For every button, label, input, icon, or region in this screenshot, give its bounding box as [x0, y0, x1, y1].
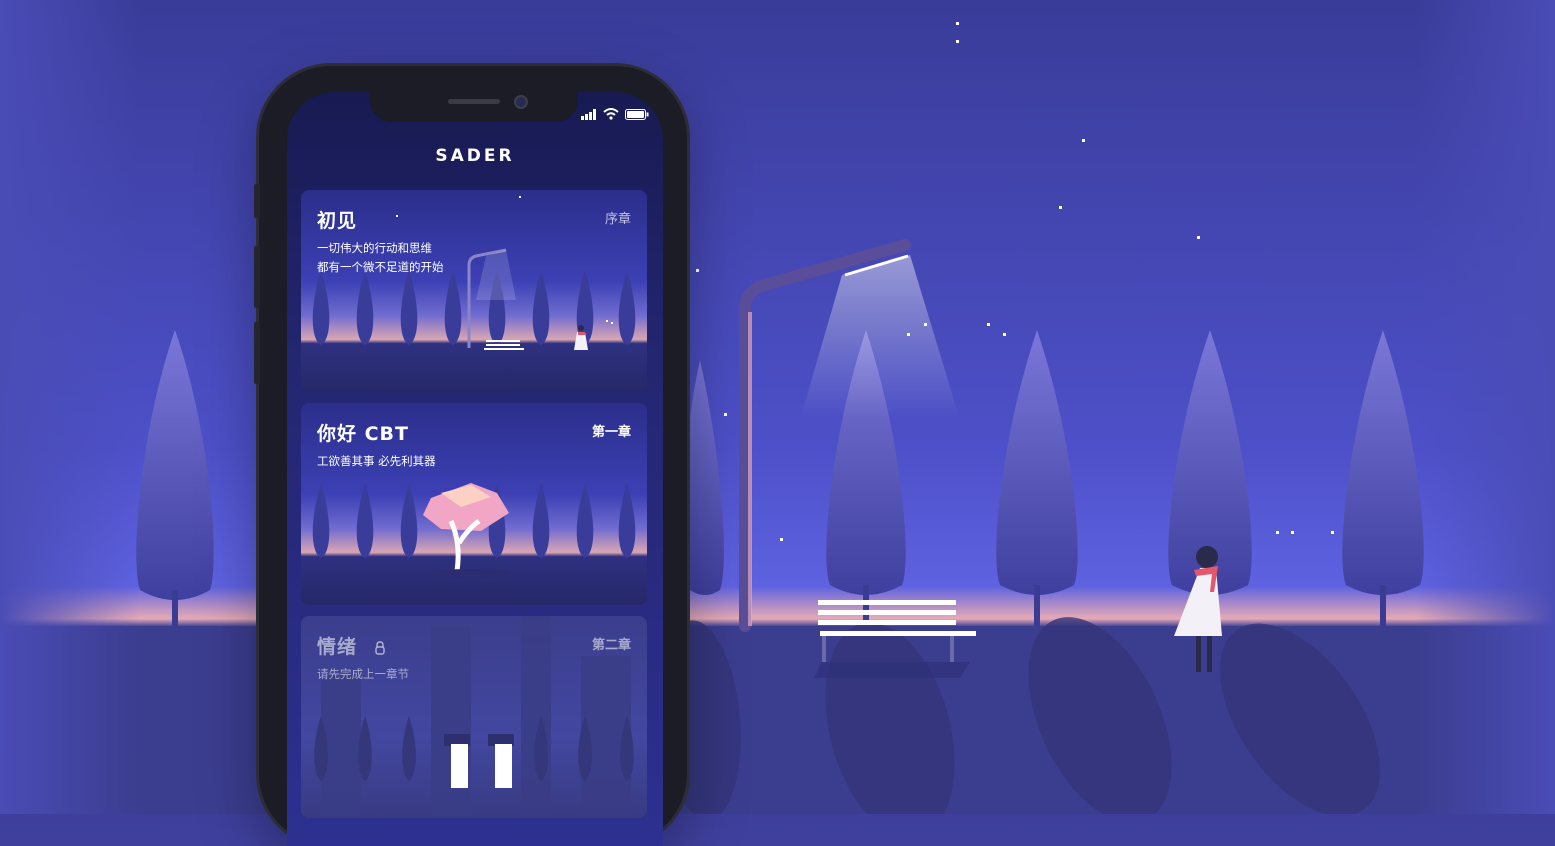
card-subtitle-line: 工欲善其事 必先利其器 — [317, 454, 436, 468]
phone-mockup: SADER 初见 序章 一切伟大的行动和思维 都有一个微不足道的开始 你好 CB… — [254, 66, 687, 846]
phone-mute-switch — [254, 184, 260, 218]
card-chapter-label: 第一章 — [591, 425, 631, 440]
lock-icon — [374, 641, 385, 655]
card-subtitle-line: 一切伟大的行动和思维 — [317, 241, 432, 255]
card-chapter-label: 序章 — [604, 212, 631, 227]
status-bar — [581, 108, 649, 120]
battery-icon — [625, 108, 649, 120]
card-subtitle: 工欲善其事 必先利其器 — [317, 452, 436, 471]
chapter-card-chapter-two[interactable]: 情绪 第二章 请先完成上一章节 — [301, 616, 647, 818]
card-title-text: 情绪 — [317, 636, 358, 658]
card-chapter-label: 第二章 — [591, 638, 631, 653]
card-title: 情绪 — [317, 632, 385, 659]
chapter-card-prologue[interactable]: 初见 序章 一切伟大的行动和思维 都有一个微不足道的开始 — [301, 190, 647, 392]
chapter-card-chapter-one[interactable]: 你好 CBT 第一章 工欲善其事 必先利其器 — [301, 403, 647, 605]
phone-screen: SADER 初见 序章 一切伟大的行动和思维 都有一个微不足道的开始 你好 CB… — [287, 92, 663, 846]
card-title: 你好 CBT — [317, 423, 410, 445]
phone-volume-down-button — [254, 322, 260, 384]
card-title: 初见 — [317, 210, 358, 232]
card-subtitle: 一切伟大的行动和思维 都有一个微不足道的开始 — [317, 239, 444, 277]
signal-icon — [581, 108, 596, 120]
card-subtitle-line: 都有一个微不足道的开始 — [317, 260, 444, 274]
front-camera — [514, 95, 528, 109]
card-subtitle: 请先完成上一章节 — [317, 665, 409, 684]
wifi-icon — [603, 108, 619, 120]
background-illustration — [0, 0, 1555, 814]
app-title: SADER — [435, 146, 515, 166]
phone-notch — [370, 92, 578, 122]
phone-volume-up-button — [254, 246, 260, 308]
card-subtitle-line: 请先完成上一章节 — [317, 667, 409, 681]
speaker-grille — [448, 99, 500, 104]
